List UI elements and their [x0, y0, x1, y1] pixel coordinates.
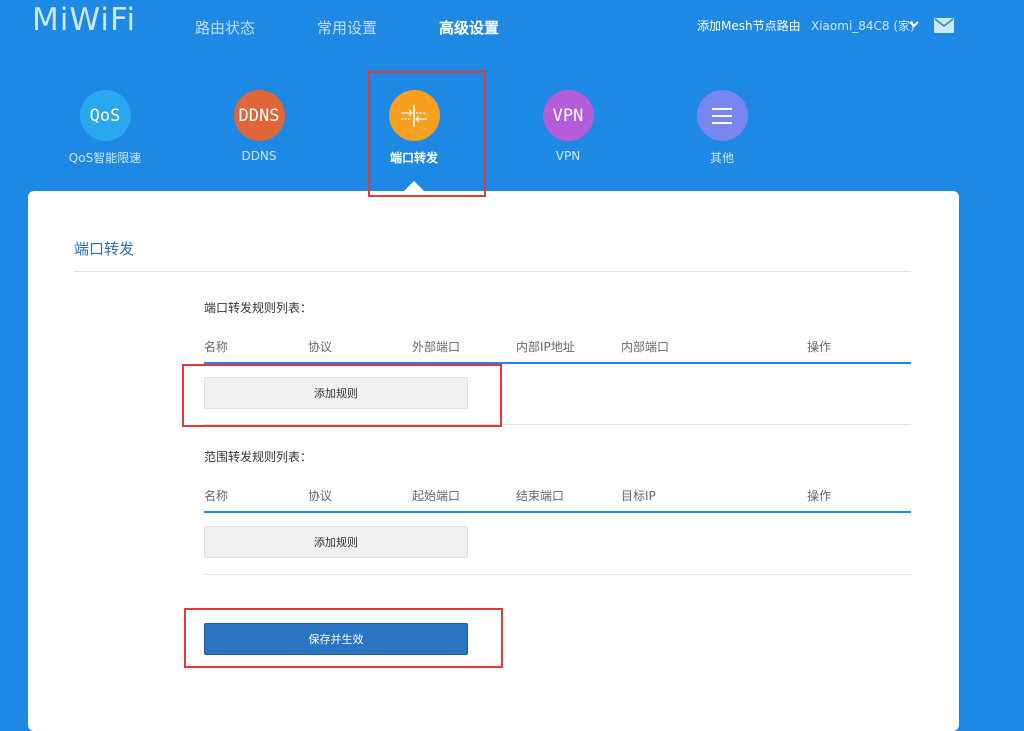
range-rules-title: 范围转发规则列表： [204, 450, 313, 464]
nav-advanced-settings[interactable]: 高级设置 [439, 17, 499, 38]
column-name: 名称 [204, 489, 229, 503]
category-vpn-label: VPN [555, 149, 581, 163]
column-protocol: 协议 [308, 489, 333, 503]
category-qos-label: QoS智能限速 [68, 151, 142, 165]
save-apply-button[interactable]: 保存并生效 [204, 623, 468, 655]
column-name: 名称 [204, 340, 229, 354]
router-name-dropdown[interactable]: Xiaomi_84C8 (家) [811, 17, 915, 34]
range-rules-separator [204, 574, 911, 575]
category-qos[interactable]: QoS QoS智能限速 [45, 90, 165, 166]
category-port-forward[interactable]: 端口转发 [354, 90, 474, 166]
category-other[interactable]: 其他 [662, 90, 782, 166]
column-internal-port: 内部端口 [621, 340, 670, 354]
column-actions: 操作 [807, 489, 832, 503]
mail-icon[interactable] [934, 18, 954, 33]
category-ddns[interactable]: DDNS DDNS [199, 90, 319, 163]
column-target-ip: 目标IP [621, 489, 656, 503]
column-actions: 操作 [807, 340, 832, 354]
port-rules-separator [204, 424, 911, 425]
category-vpn[interactable]: VPN VPN [508, 90, 628, 163]
category-other-label: 其他 [709, 151, 734, 165]
section-title: 端口转发 [74, 240, 135, 258]
qos-icon: QoS [79, 90, 131, 141]
column-external-port: 外部端口 [412, 340, 461, 354]
ddns-icon: DDNS [233, 90, 285, 141]
nav-router-status[interactable]: 路由状态 [195, 17, 255, 38]
port-rules-header: 名称 协议 外部端口 内部IP地址 内部端口 操作 [204, 338, 911, 364]
category-port-forward-label: 端口转发 [389, 151, 438, 165]
column-end-port: 结束端口 [516, 489, 565, 503]
chevron-down-icon[interactable] [908, 18, 920, 30]
add-port-rule-button[interactable]: 添加规则 [204, 377, 468, 409]
add-mesh-link[interactable]: 添加Mesh节点路由 [697, 17, 801, 34]
range-rules-header: 名称 协议 起始端口 结束端口 目标IP 操作 [204, 487, 911, 513]
column-internal-ip: 内部IP地址 [516, 340, 575, 354]
column-start-port: 起始端口 [412, 489, 461, 503]
port-forward-icon [388, 90, 440, 141]
port-rules-title: 端口转发规则列表： [204, 301, 313, 315]
nav-common-settings[interactable]: 常用设置 [317, 17, 377, 38]
active-tab-pointer [404, 181, 424, 191]
menu-icon [696, 90, 748, 141]
content-card: 端口转发 端口转发规则列表： 名称 协议 外部端口 内部IP地址 内部端口 操作… [28, 191, 959, 731]
miwifi-logo: MiWiFi [32, 2, 137, 38]
vpn-icon: VPN [542, 90, 594, 141]
column-protocol: 协议 [308, 340, 333, 354]
category-ddns-label: DDNS [241, 149, 277, 163]
add-range-rule-button[interactable]: 添加规则 [204, 526, 468, 558]
section-divider [74, 271, 911, 272]
